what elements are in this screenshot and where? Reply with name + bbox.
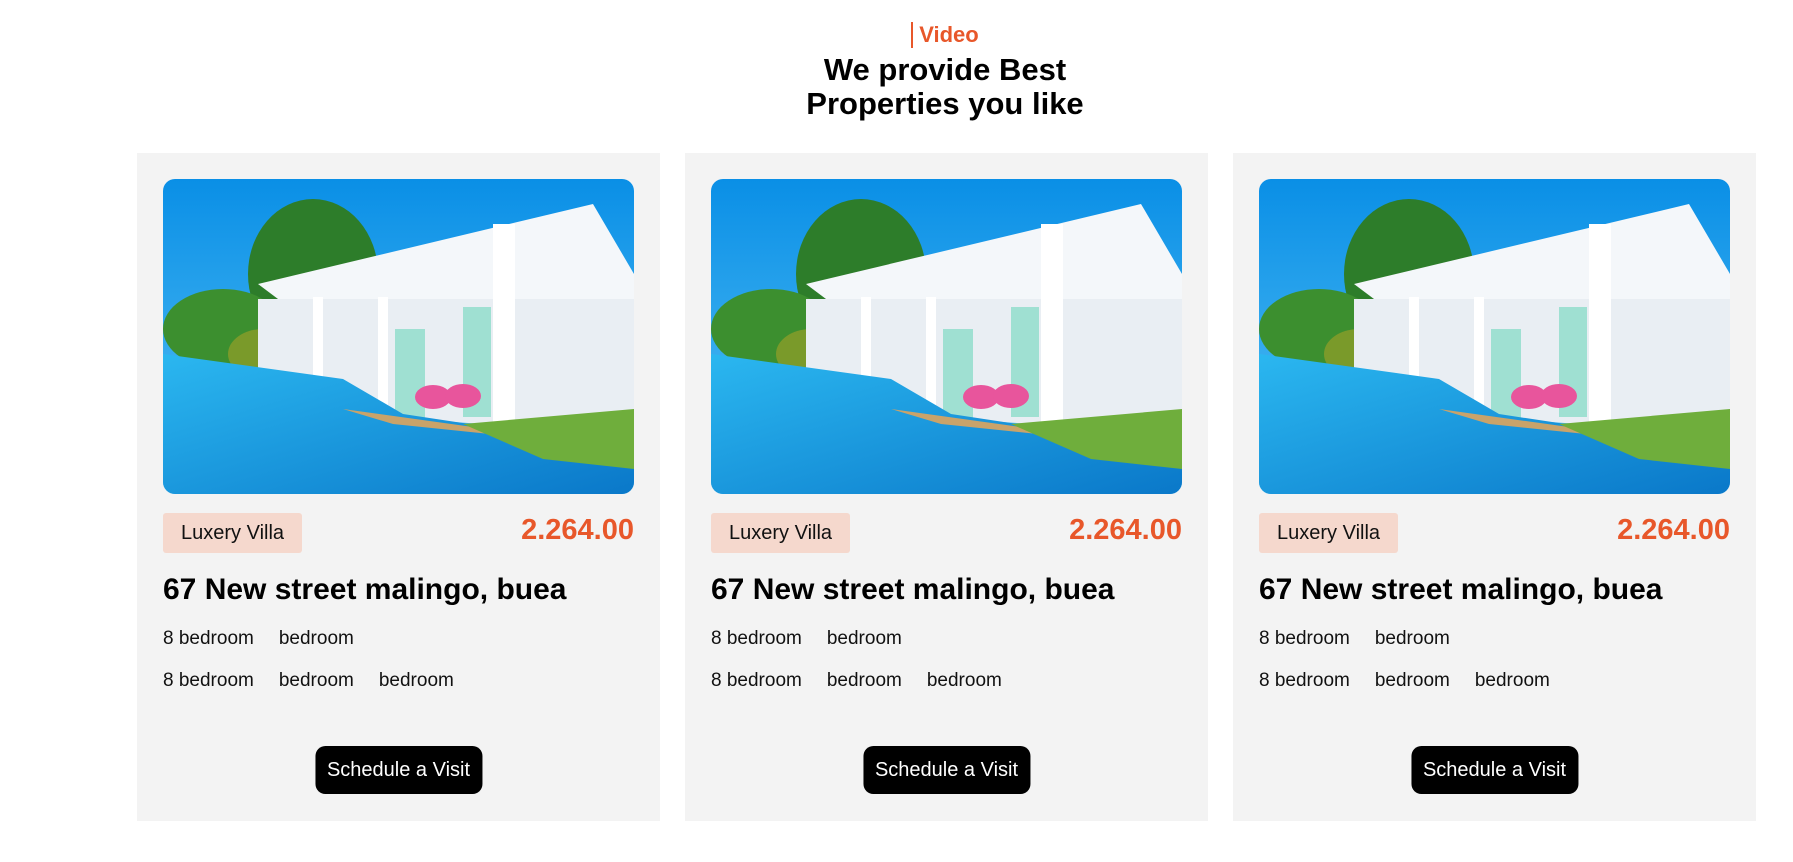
- villa-pool-photo: [163, 179, 634, 494]
- features-row: 8 bedroom bedroom: [711, 628, 1182, 650]
- schedule-visit-button[interactable]: Schedule a Visit: [314, 746, 483, 794]
- property-photo[interactable]: [163, 179, 634, 494]
- section-eyebrow: Video: [911, 22, 979, 48]
- property-card: Luxery Villa 2.264.00 67 New street mali…: [1233, 153, 1756, 821]
- villa-pool-photo: [1259, 179, 1730, 494]
- property-price: 2.264.00: [1617, 514, 1730, 546]
- feature-item: bedroom: [926, 670, 1002, 691]
- property-photo[interactable]: [711, 179, 1182, 494]
- features-row: 8 bedroom bedroom bedroom: [1259, 670, 1730, 692]
- feature-item: 8 bedroom: [711, 628, 802, 649]
- property-card-list: Luxery Villa 2.264.00 67 New street mali…: [137, 153, 1756, 821]
- feature-item: bedroom: [278, 628, 354, 649]
- features-row: 8 bedroom bedroom bedroom: [711, 670, 1182, 692]
- feature-item: 8 bedroom: [1259, 628, 1350, 649]
- feature-item: bedroom: [826, 670, 902, 691]
- property-type-tag: Luxery Villa: [711, 513, 851, 553]
- property-card: Luxery Villa 2.264.00 67 New street mali…: [685, 153, 1208, 821]
- property-address: 67 New street malingo, buea: [163, 573, 567, 606]
- section-header: Video We provide Best Properties you lik…: [0, 22, 1793, 121]
- feature-item: bedroom: [826, 628, 902, 649]
- property-price: 2.264.00: [521, 514, 634, 546]
- schedule-visit-button[interactable]: Schedule a Visit: [862, 746, 1031, 794]
- feature-item: bedroom: [1374, 670, 1450, 691]
- schedule-visit-button[interactable]: Schedule a Visit: [1410, 746, 1579, 794]
- features-row: 8 bedroom bedroom: [1259, 628, 1730, 650]
- property-card: Luxery Villa 2.264.00 67 New street mali…: [137, 153, 660, 821]
- feature-item: 8 bedroom: [1259, 670, 1350, 691]
- section-headline: We provide Best Properties you like: [806, 52, 1084, 121]
- property-photo[interactable]: [1259, 179, 1730, 494]
- feature-item: bedroom: [1374, 628, 1450, 649]
- property-type-tag: Luxery Villa: [1259, 513, 1399, 553]
- feature-item: bedroom: [378, 670, 454, 691]
- feature-item: 8 bedroom: [163, 670, 254, 691]
- feature-item: bedroom: [1474, 670, 1550, 691]
- eyebrow-accent-bar: [911, 22, 914, 48]
- eyebrow-label: Video: [919, 22, 979, 47]
- feature-item: 8 bedroom: [163, 628, 254, 649]
- property-address: 67 New street malingo, buea: [711, 573, 1115, 606]
- features-row: 8 bedroom bedroom bedroom: [163, 670, 634, 692]
- villa-pool-photo: [711, 179, 1182, 494]
- property-price: 2.264.00: [1069, 514, 1182, 546]
- features-row: 8 bedroom bedroom: [163, 628, 634, 650]
- feature-item: 8 bedroom: [711, 670, 802, 691]
- property-type-tag: Luxery Villa: [163, 513, 303, 553]
- feature-item: bedroom: [278, 670, 354, 691]
- property-address: 67 New street malingo, buea: [1259, 573, 1663, 606]
